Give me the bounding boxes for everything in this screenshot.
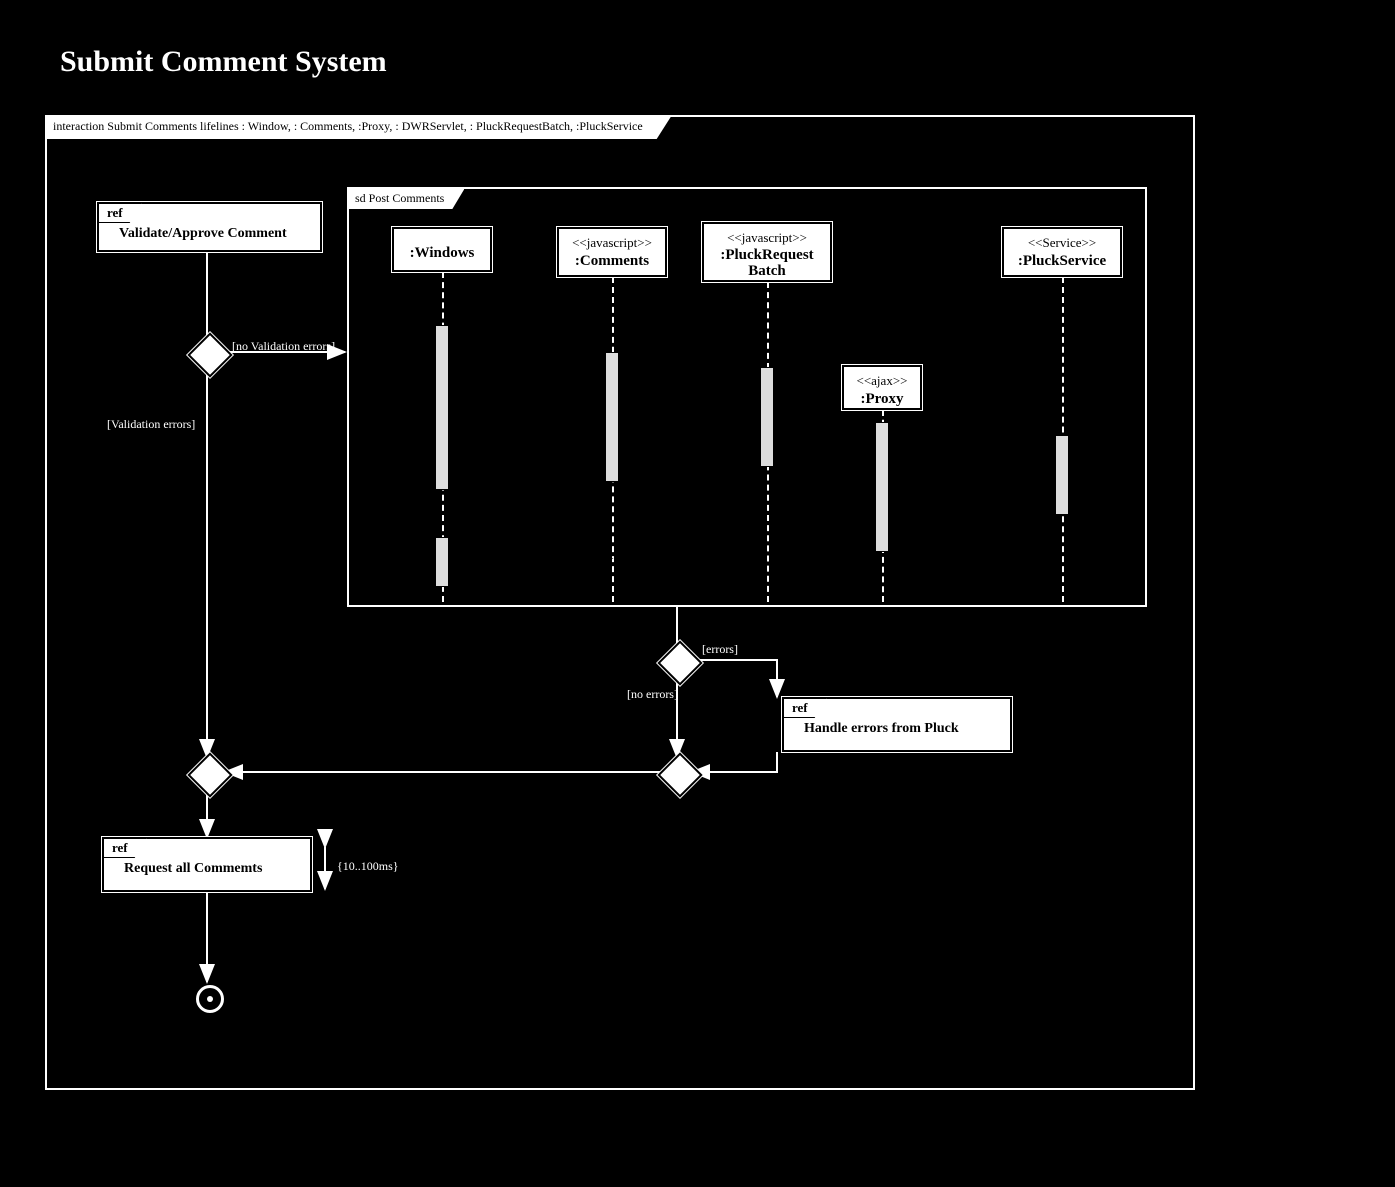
activation-windows-1 (435, 325, 449, 490)
interaction-frame-header: interaction Submit Comments lifelines : … (47, 117, 671, 139)
merge-errors-path (657, 752, 702, 797)
guard-validation-errors: [Validation errors] (107, 417, 195, 432)
lifeline-name: :Windows (398, 245, 486, 262)
ref-validate-approve: ref Validate/Approve Comment (97, 202, 322, 252)
activation-comments (605, 352, 619, 482)
lifeline-stereo: <<ajax>> (848, 373, 916, 389)
timing-10-100ms: {10..100ms} (337, 859, 399, 874)
decision-validation (187, 332, 232, 377)
lifeline-name: :Proxy (848, 391, 916, 408)
lifeline-name: :Comments (563, 253, 661, 270)
decision-errors (657, 640, 702, 685)
lifeline-comments: <<javascript>> :Comments (557, 227, 667, 277)
ref-handle-errors: ref Handle errors from Pluck (782, 697, 1012, 752)
msg-post-comments-2: Post_comments() (917, 427, 1001, 442)
sd-frame-tab: sd Post Comments (349, 189, 464, 209)
page-title: Submit Comment System (60, 45, 387, 79)
lifeline-stereo: <<javascript>> (563, 235, 661, 251)
timing-1s-4s: [1s..4s] (387, 542, 422, 557)
msg-json: <<json>> (947, 515, 994, 530)
guard-no-errors: [no errors] (627, 687, 678, 702)
lifeline-name: :PluckService (1008, 253, 1116, 270)
msg-callback-in: <<callback>> (362, 312, 429, 327)
msg-begin-request: BeginRequest() (647, 358, 722, 373)
ref-request-all-comments: ref Request all Commemts (102, 837, 312, 892)
msg-callback-return: <<callback>> (607, 549, 674, 564)
activation-prb (760, 367, 774, 467)
activation-proxy (875, 422, 889, 552)
merge-validation-path (187, 752, 232, 797)
lifeline-pluckrequestbatch: <<javascript>> :PluckRequest Batch (702, 222, 832, 282)
msg-create: <<create>> (782, 370, 838, 385)
lifeline-proxy: <<ajax>> :Proxy (842, 365, 922, 410)
msg-post-comments-1: Post_comments() (477, 342, 561, 357)
activation-service (1055, 435, 1069, 515)
lifeline-name: :PluckRequest Batch (708, 248, 826, 280)
flow-final-node (196, 985, 224, 1013)
guard-no-validation-errors: [no Validation errors] (232, 339, 335, 354)
lifeline-stereo: <<javascript>> (708, 230, 826, 246)
guard-errors: [errors] (702, 642, 738, 657)
lifeline-windows: :Windows (392, 227, 492, 272)
lifeline-pluckservice: <<Service>> :PluckService (1002, 227, 1122, 277)
interaction-frame: interaction Submit Comments lifelines : … (45, 115, 1195, 1090)
lifeline-stereo: <<Service>> (1008, 235, 1116, 251)
activation-windows-2 (435, 537, 449, 587)
msg-ajax: <<ajax>> (802, 422, 849, 437)
